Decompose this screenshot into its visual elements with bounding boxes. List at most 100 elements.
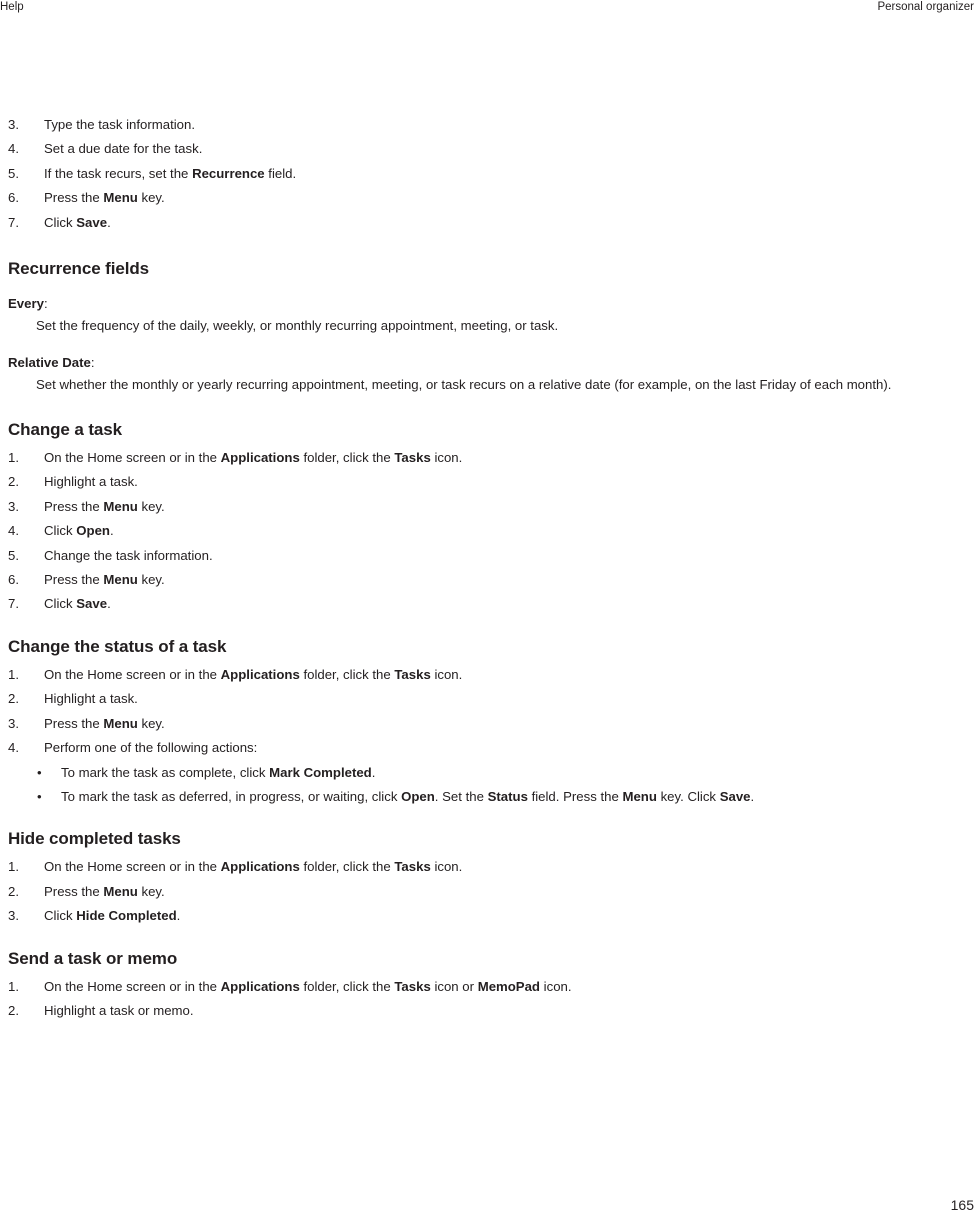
emphasis-text: Applications [220, 450, 300, 466]
list-item: 5. If the task recurs, set the Recurrence… [8, 162, 958, 186]
list-item-text: Type the task information. [44, 117, 195, 132]
list-item-number: 3. [8, 498, 19, 514]
bullet-list-item-text: To mark the task as complete, click Mark… [61, 764, 376, 780]
list-item-number: 2. [8, 474, 19, 490]
emphasis-text: Menu [103, 883, 138, 899]
list-item-text: Perform one of the following actions: [44, 740, 258, 756]
list-item-text: Press the Menu key. [44, 190, 165, 206]
change-a-task-steps: 1. On the Home screen or in the Applicati… [8, 446, 958, 617]
emphasis-text: Recurrence [192, 165, 265, 181]
emphasis-text: Mark Completed [269, 764, 372, 780]
list-item: 1. On the Home screen or in the Applicati… [8, 663, 958, 687]
emphasis-text: Menu [103, 498, 138, 514]
page-number: 165 [950, 1197, 974, 1213]
definition-term: Relative Date: [8, 352, 958, 374]
bullet-list-item: • To mark the task as deferred, in progre… [37, 785, 958, 809]
bullet-icon: • [37, 764, 42, 780]
emphasis-text: Menu [103, 715, 138, 731]
definition-term: Every: [8, 293, 958, 315]
list-item-number: 2. [8, 883, 19, 899]
change-status-steps: 1. On the Home screen or in the Applicati… [8, 663, 958, 761]
intro-steps-list: 3. Type the task information. 4. Set a due … [8, 113, 958, 235]
list-item-text: Change the task information. [44, 547, 213, 563]
emphasis-text: Applications [220, 666, 300, 682]
emphasis-text: Applications [220, 978, 300, 994]
list-item-text: Highlight a task or memo. [44, 1002, 194, 1018]
list-item-number: 6. [8, 190, 19, 206]
list-item-text: Press the Menu key. [44, 498, 165, 514]
emphasis-text: Tasks [394, 978, 431, 994]
heading-hide-completed-tasks: Hide completed tasks [8, 829, 181, 849]
list-item: 6. Press the Menu key. [8, 186, 958, 210]
list-item-number: 1. [8, 450, 19, 466]
list-item-text: Press the Menu key. [44, 883, 165, 899]
list-item-number: 6. [8, 572, 19, 588]
list-item-number: 3. [8, 117, 19, 132]
heading-change-status-of-task: Change the status of a task [8, 636, 227, 656]
definition-term-name: Relative Date [8, 354, 91, 370]
list-item-text: Click Hide Completed. [44, 908, 181, 924]
change-status-bullets: • To mark the task as complete, click Mar… [8, 761, 958, 810]
bullet-list-item: • To mark the task as complete, click Mar… [37, 761, 958, 785]
list-item-text: Click Save. [44, 214, 111, 230]
bullet-list-item-text: To mark the task as deferred, in progres… [61, 788, 755, 804]
emphasis-text: Tasks [394, 450, 431, 466]
emphasis-text: Menu [103, 190, 138, 206]
list-item: 4. Click Open. [8, 519, 958, 543]
emphasis-text: Tasks [394, 666, 431, 682]
list-item-text: Click Save. [44, 596, 111, 612]
header-left-label: Help [0, 1, 24, 13]
list-item: 3. Type the task information. [8, 113, 958, 137]
heading-recurrence-fields: Recurrence fields [8, 259, 149, 279]
list-item-number: 4. [8, 141, 19, 157]
page-content: 3. Type the task information. 4. Set a due … [8, 113, 958, 1023]
list-item-number: 2. [8, 691, 19, 707]
list-item-number: 1. [8, 859, 19, 875]
list-item: 1. On the Home screen or in the Applicati… [8, 975, 958, 999]
list-item: 4. Set a due date for the task. [8, 137, 958, 161]
list-item-number: 1. [8, 666, 19, 682]
list-item: 2. Highlight a task or memo. [8, 999, 958, 1023]
list-item: 1. On the Home screen or in the Applicati… [8, 446, 958, 470]
list-item-number: 3. [8, 715, 19, 731]
list-item-text: On the Home screen or in the Application… [44, 859, 463, 875]
definition-term-suffix: : [43, 296, 48, 312]
emphasis-text: Save [719, 788, 751, 804]
definition-spacer [8, 338, 958, 352]
list-item: 2. Highlight a task. [8, 687, 958, 711]
list-item: 3. Press the Menu key. [8, 712, 958, 736]
emphasis-text: Open [401, 788, 435, 804]
emphasis-text: Save [76, 214, 108, 230]
list-item: 3. Press the Menu key. [8, 495, 958, 519]
bullet-icon: • [37, 788, 42, 804]
list-item-number: 5. [8, 547, 19, 563]
list-item-number: 1. [8, 978, 19, 994]
emphasis-text: Menu [103, 572, 138, 588]
send-task-or-memo-steps: 1. On the Home screen or in the Applicati… [8, 975, 958, 1024]
definition-description: Set whether the monthly or yearly recurr… [36, 376, 892, 392]
list-item-number: 4. [8, 523, 19, 539]
heading-send-task-or-memo: Send a task or memo [8, 948, 178, 968]
emphasis-text: Tasks [394, 859, 431, 875]
running-header: Help Personal organizer [0, 0, 974, 22]
list-item: 2. Press the Menu key. [8, 880, 958, 904]
emphasis-text: MemoPad [477, 978, 540, 994]
heading-change-a-task: Change a task [8, 420, 122, 440]
document-page: Help Personal organizer 3. Type the task … [0, 0, 974, 1228]
emphasis-text: Status [487, 788, 528, 804]
list-item-text: Set a due date for the task. [44, 141, 203, 157]
list-item: 6. Press the Menu key. [8, 568, 958, 592]
emphasis-text: Open [76, 523, 110, 539]
list-item: 7. Click Save. [8, 211, 958, 235]
list-item: 4. Perform one of the following actions: [8, 736, 958, 760]
list-item-text: Press the Menu key. [44, 715, 165, 731]
list-item: 5. Change the task information. [8, 544, 958, 568]
definition-description: Set the frequency of the daily, weekly, … [36, 318, 559, 334]
definition-term-suffix: : [90, 354, 95, 370]
list-item: 3. Click Hide Completed. [8, 904, 958, 928]
list-item-text: On the Home screen or in the Application… [44, 666, 463, 682]
list-item-number: 7. [8, 214, 19, 230]
list-item-text: On the Home screen or in the Application… [44, 978, 572, 994]
header-right-label: Personal organizer [877, 1, 974, 13]
list-item-text: Click Open. [44, 523, 114, 539]
